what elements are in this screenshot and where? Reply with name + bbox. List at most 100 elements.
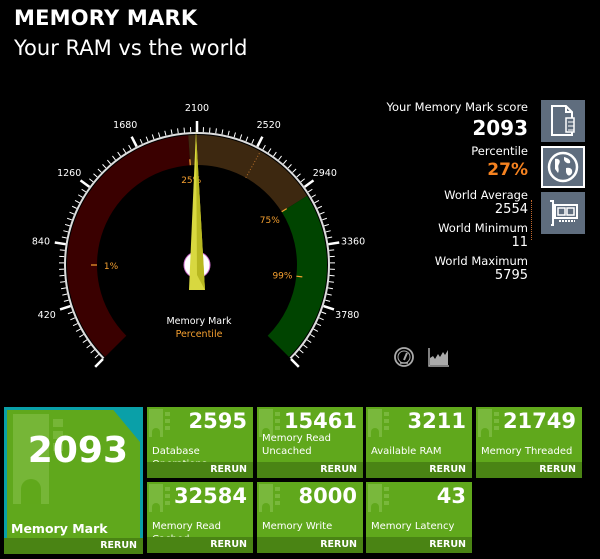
minor-tick — [326, 293, 332, 296]
tick-label: 3360 — [341, 236, 365, 247]
minor-tick — [273, 151, 277, 157]
minor-tick — [215, 128, 217, 134]
minor-tick — [66, 217, 73, 221]
minor-tick — [67, 311, 73, 315]
world-minimum-value: 11 — [511, 235, 528, 250]
minor-tick — [325, 299, 331, 302]
minor-tick — [102, 164, 107, 169]
minor-tick — [239, 134, 243, 140]
world-maximum-label: World Maximum — [434, 254, 528, 268]
minor-tick — [62, 293, 68, 296]
minor-tick — [74, 199, 80, 204]
ram-chip-icon — [368, 484, 389, 512]
major-tick — [94, 358, 104, 368]
minor-tick — [82, 339, 88, 343]
minor-tick — [59, 249, 65, 251]
benchmark-tile-memory-write[interactable]: 8000 Memory Write RERUN — [257, 482, 363, 553]
minor-tick — [325, 230, 331, 233]
score-stats: Your Memory Mark score 2093 Percentile 2… — [386, 100, 528, 287]
rerun-button[interactable]: RERUN — [257, 462, 363, 478]
tick-label: 2520 — [257, 120, 281, 131]
percentile-label: 75% — [260, 216, 280, 226]
world-maximum-value: 5795 — [494, 268, 528, 283]
score-label: Your Memory Mark score — [386, 100, 528, 114]
speedometer-button[interactable] — [393, 346, 417, 368]
tile-label: Memory Write — [262, 521, 333, 532]
ram-chip-icon — [259, 484, 280, 512]
minor-tick — [112, 155, 116, 161]
tile-value: 21749 — [502, 409, 576, 433]
minor-tick — [158, 132, 161, 138]
rerun-button[interactable]: RERUN — [476, 462, 582, 478]
minor-tick — [299, 349, 304, 354]
rerun-button[interactable]: RERUN — [366, 537, 472, 553]
memory-file-icon — [551, 105, 575, 136]
ram-chip-icon — [149, 484, 170, 512]
memory-file-button[interactable] — [541, 100, 585, 142]
minor-tick — [164, 130, 167, 136]
minor-tick — [94, 354, 99, 359]
percentile-label: Percentile — [471, 144, 528, 158]
major-tick — [54, 241, 66, 246]
rerun-button[interactable]: RERUN — [4, 538, 143, 554]
benchmark-tile-memory-threaded[interactable]: 21749 Memory Threaded RERUN — [476, 407, 582, 478]
tile-label: Memory Read Uncached — [262, 433, 331, 457]
page-subtitle: Your RAM vs the world — [14, 36, 248, 60]
percentile-marker — [296, 275, 303, 278]
percentile-label: 1% — [104, 262, 119, 272]
minor-tick — [64, 223, 71, 227]
benchmark-tile-memory-read-uncached[interactable]: 15461 Memory Read Uncached RERUN — [257, 407, 363, 478]
minor-tick — [63, 299, 69, 302]
minor-tick — [69, 211, 75, 215]
benchmark-tile-available-ram[interactable]: 3211 Available RAM RERUN — [366, 407, 472, 478]
benchmark-tile-memory-latency[interactable]: 43 Memory Latency RERUN — [366, 482, 472, 553]
minor-tick — [318, 317, 324, 321]
minor-tick — [221, 129, 224, 135]
minor-tick — [233, 132, 236, 138]
minor-tick — [77, 194, 83, 198]
major-tick — [130, 136, 138, 148]
percentile-value: 27% — [487, 160, 528, 180]
minor-tick — [311, 194, 317, 198]
minor-tick — [117, 151, 121, 157]
minor-tick — [327, 287, 334, 290]
major-tick — [79, 179, 91, 188]
minor-tick — [317, 205, 323, 209]
rerun-button[interactable]: RERUN — [366, 462, 472, 478]
globe-button[interactable] — [541, 146, 585, 188]
world-average-label: World Average — [444, 188, 528, 202]
memory-card-icon — [550, 200, 578, 226]
minor-tick — [300, 178, 306, 183]
tile-label: Memory Threaded — [481, 446, 573, 457]
memory-card-button[interactable] — [541, 192, 585, 234]
rerun-button[interactable]: RERUN — [147, 537, 253, 553]
minor-tick — [287, 164, 292, 169]
ram-chip-icon — [368, 409, 389, 437]
minor-tick — [307, 188, 313, 193]
tick-label: 3780 — [335, 310, 359, 321]
minor-tick — [63, 230, 69, 233]
rerun-button[interactable]: RERUN — [257, 537, 363, 553]
gauge-caption-sub: Percentile — [176, 329, 223, 340]
world-average-value: 2554 — [494, 202, 528, 217]
memory-mark-tile[interactable]: 2093 Memory Mark RERUN — [4, 407, 143, 554]
benchmark-tile-memory-read-cached[interactable]: 32584Memory Read CachedRERUN — [147, 482, 253, 553]
minor-tick — [170, 129, 173, 135]
area-chart-button[interactable] — [427, 346, 451, 368]
minor-tick — [316, 323, 322, 327]
world-average-indicator — [531, 200, 532, 240]
rerun-button[interactable]: RERUN — [147, 462, 253, 478]
major-tick — [59, 304, 71, 311]
minor-tick — [60, 281, 66, 283]
minor-tick — [93, 173, 98, 178]
speedometer-icon — [394, 347, 414, 367]
minor-tick — [79, 334, 84, 338]
minor-tick — [321, 217, 328, 221]
minor-tick — [321, 311, 327, 315]
tick-label: 2940 — [313, 168, 337, 179]
tile-value: 32584 — [173, 484, 247, 508]
ram-chip-icon — [149, 409, 170, 437]
benchmark-tile-database-operations[interactable]: 2595Database OperationsRERUN — [147, 407, 253, 478]
major-tick — [290, 358, 300, 368]
minor-tick — [282, 159, 288, 165]
